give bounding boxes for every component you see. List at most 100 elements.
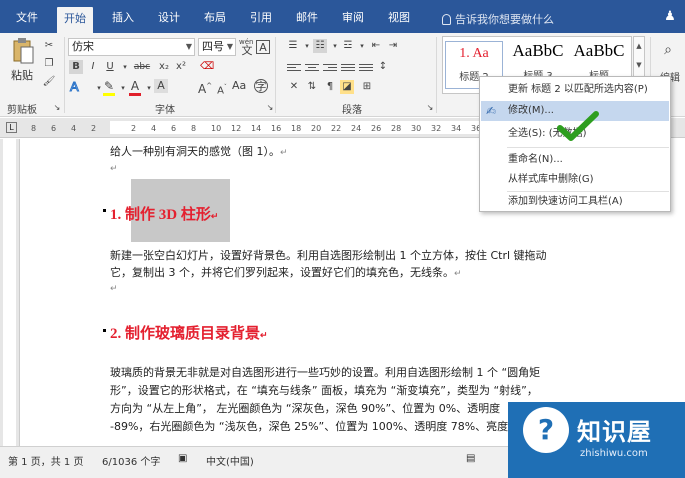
chevron-down-icon[interactable]: ▾ (328, 39, 342, 53)
style-sample: AaBbC (512, 41, 564, 60)
chinese-layout-icon[interactable]: ✕ (287, 80, 301, 94)
proofing-icon[interactable]: ▣ (178, 453, 187, 464)
font-color-icon[interactable]: A (128, 79, 142, 93)
heading-text: 1. 制作 3D 柱形 (110, 207, 211, 223)
ruler-tick-label: 18 (291, 124, 302, 133)
paste-button[interactable]: 粘贴 (11, 67, 33, 83)
chevron-down-icon[interactable]: ▾ (300, 39, 314, 53)
tab-design[interactable]: 设计 (151, 8, 187, 28)
distributed-icon[interactable] (359, 62, 373, 74)
change-case-icon[interactable]: Aa (232, 79, 246, 93)
vertical-ruler-area (3, 139, 16, 446)
ruler-tick-label: 28 (391, 124, 402, 133)
clear-formatting-icon[interactable]: ⌫ (200, 60, 214, 74)
paragraph-mark: ↵ (280, 148, 288, 158)
paragraph-launcher-icon[interactable]: ↘ (423, 101, 437, 115)
show-marks-icon[interactable]: ¶ (323, 80, 337, 94)
paragraph-mark: ↵ (260, 330, 268, 340)
text: 它，复制出 3 个，并将它们罗列起来，设置好它们的填充色，无线条。 (110, 266, 454, 279)
language-status[interactable]: 中文(中国) (206, 453, 254, 468)
superscript-icon[interactable]: x² (174, 60, 188, 74)
paragraph-mark: ↵ (210, 211, 219, 221)
style-sample: AaBbC (573, 41, 625, 60)
font-size-value: 四号 (202, 40, 224, 53)
chevron-down-icon[interactable]: ▾ (118, 60, 132, 74)
align-left-icon[interactable] (287, 62, 301, 74)
line-spacing-icon[interactable]: ↕ (376, 60, 390, 74)
ruler-tick-label: 30 (411, 124, 422, 133)
tell-me-text: 告诉我你想要做什么 (455, 13, 554, 26)
read-mode-icon[interactable]: ▤ (466, 453, 475, 464)
shrink-font-icon[interactable]: Aˇ (215, 81, 229, 96)
highlight-icon[interactable]: ✎ (102, 79, 116, 93)
subscript-icon[interactable]: x₂ (157, 60, 171, 74)
sort-icon[interactable]: ⇅ (305, 80, 319, 94)
tab-view[interactable]: 视图 (381, 8, 417, 28)
menu-label: 修改(M)... (508, 105, 554, 116)
bold-icon[interactable]: B (69, 60, 83, 74)
decrease-indent-icon[interactable]: ⇤ (369, 39, 383, 53)
chevron-down-icon: ▼ (185, 42, 192, 51)
font-name-value: 仿宋 (72, 40, 94, 53)
tab-home[interactable]: 开始 (57, 7, 93, 33)
numbering-icon[interactable]: ☷ (313, 39, 327, 53)
watermark-question-mark: ? (537, 413, 555, 446)
user-icon[interactable]: ♟ (662, 9, 678, 25)
menu-add-quick-access[interactable]: 添加到快速访问工具栏(A) (481, 192, 669, 212)
clipboard-launcher-icon[interactable]: ↘ (50, 101, 64, 115)
char-shading-icon[interactable]: A (154, 79, 168, 93)
cut-icon[interactable]: ✂ (42, 39, 56, 53)
menu-remove-from-gallery[interactable]: 从样式库中删除(G) (481, 170, 669, 190)
format-painter-icon[interactable]: 🖌 (42, 75, 56, 89)
text: 给人一种别有洞天的感觉（图 1）。 (110, 145, 280, 158)
bullets-icon[interactable]: ☰ (286, 39, 300, 53)
style-context-menu: 更新 标题 2 以匹配所选内容(P) 修改(M)... ✍ 全选(S): (无数… (479, 76, 671, 212)
tab-mailings[interactable]: 邮件 (289, 8, 325, 28)
enclose-char-icon[interactable]: 字 (254, 79, 268, 93)
heading-marker (103, 209, 106, 212)
paragraph-mark: ↵ (454, 269, 462, 279)
copy-icon[interactable]: ❐ (42, 57, 56, 71)
tab-review[interactable]: 审阅 (335, 8, 371, 28)
ruler-tick-label: 24 (351, 124, 362, 133)
heading-1: 1. 制作 3D 柱形↵ (110, 203, 218, 224)
menu-update-style[interactable]: 更新 标题 2 以匹配所选内容(P) (481, 80, 669, 100)
tab-layout[interactable]: 布局 (197, 8, 233, 28)
paste-icon[interactable] (12, 37, 34, 65)
tell-me-box[interactable]: 告诉我你想要做什么 (442, 11, 554, 27)
shading-icon[interactable]: ◪ (340, 80, 354, 94)
page-count[interactable]: 第 1 页，共 1 页 (8, 453, 83, 468)
justify-icon[interactable] (341, 62, 355, 74)
align-center-icon[interactable] (305, 62, 319, 74)
ruler-tick-label: 4 (71, 124, 77, 133)
align-right-icon[interactable] (323, 62, 337, 74)
increase-indent-icon[interactable]: ⇥ (386, 39, 400, 53)
font-color-bar (129, 93, 141, 96)
strikethrough-icon[interactable]: abc (132, 60, 152, 74)
lightbulb-icon (442, 14, 451, 25)
text-effects-icon[interactable]: A (68, 79, 92, 95)
separator (64, 37, 65, 113)
multilevel-list-icon[interactable]: ☲ (341, 39, 355, 53)
tab-file[interactable]: 文件 (9, 8, 45, 28)
ruler-tick-label: 4 (151, 124, 157, 133)
menu-separator (507, 147, 669, 148)
search-icon[interactable]: ⌕ (661, 43, 675, 57)
font-name-combo[interactable]: 仿宋 ▼ (68, 38, 195, 56)
italic-icon[interactable]: I (86, 60, 100, 74)
tab-selector-icon[interactable]: L (6, 122, 17, 133)
ruler-tick-label: 34 (451, 124, 462, 133)
ruler-tick-label: 10 (211, 124, 222, 133)
char-border-icon[interactable]: A (256, 40, 270, 54)
chevron-down-icon[interactable]: ▾ (355, 39, 369, 53)
clipboard-group-label: 剪贴板 (7, 105, 37, 116)
borders-icon[interactable]: ⊞ (360, 80, 374, 94)
tab-references[interactable]: 引用 (243, 8, 279, 28)
tab-insert[interactable]: 插入 (105, 8, 141, 28)
menu-rename[interactable]: 重命名(N)... (481, 150, 669, 170)
ruler-tick-label: 22 (331, 124, 342, 133)
word-count[interactable]: 6/1036 个字 (102, 453, 160, 468)
underline-icon[interactable]: U (103, 60, 117, 74)
font-size-combo[interactable]: 四号 ▼ (198, 38, 236, 56)
grow-font-icon[interactable]: A^ (198, 79, 212, 96)
